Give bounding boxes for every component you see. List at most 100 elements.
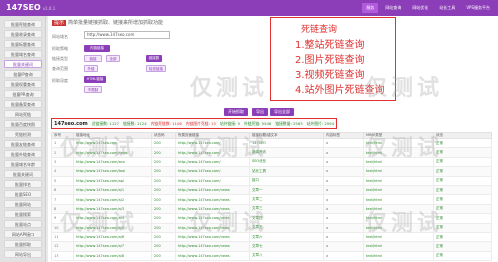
table-cell[interactable]: http://www.147seo.com [73, 137, 152, 149]
form-label-scope: 查询范围 [52, 66, 68, 71]
sidebar-item-2[interactable]: 批量收录查询 [4, 30, 42, 38]
table-cell[interactable]: http://www.147seo.com/a/4 [73, 213, 152, 224]
table-row[interactable]: 3 http://www.147seo.com/seo 200 http://www.… [51, 156, 492, 168]
table-row[interactable]: 4 http://www.147seo.com/tool 200 http://www… [51, 166, 492, 177]
option-links[interactable]: 链接 [84, 55, 102, 62]
table-cell[interactable]: http://www.147seo.com/news [175, 184, 250, 196]
table-cell[interactable]: http://www.147seo.com/api [73, 175, 152, 186]
table-cell[interactable]: http://www.147seo.com/news [175, 250, 250, 262]
sidebar-item-15[interactable]: 批量域名年龄 [4, 160, 42, 168]
table-row[interactable]: 8 http://www.147seo.com/a/3 200 http://www.… [51, 203, 492, 215]
table-cell[interactable]: http://www.147seo.com/a/2 [73, 194, 152, 205]
table-cell[interactable]: http://www.147seo.com/news [175, 231, 250, 243]
sidebar-item-12[interactable]: 死链检测 [4, 130, 42, 138]
table-cell: 文章六 [249, 231, 324, 243]
table-cell[interactable]: http://www.147seo.com/a/7 [73, 241, 152, 252]
sidebar-item-16[interactable]: 批量关键词 [4, 170, 42, 178]
table-cell: 2 [51, 147, 74, 158]
table-cell: 文章八 [249, 250, 324, 262]
sidebar-item-23[interactable]: 批量抓取 [4, 240, 42, 248]
table-cell[interactable]: http://www.147seo.com/ [175, 137, 250, 149]
option-no-limit[interactable]: 不限制 [84, 86, 102, 93]
option-check-links[interactable]: 检查链接 [146, 65, 166, 72]
nav-item-vps[interactable]: VPS服务平台 [462, 3, 494, 13]
table-row[interactable]: 5 http://www.147seo.com/api 200 http://www.… [51, 175, 492, 186]
sidebar-item-7[interactable]: 批量权重查询 [4, 80, 42, 88]
table-row[interactable]: 12 http://www.147seo.com/a/7 200 http://www… [51, 241, 492, 252]
table-cell[interactable]: http://www.147seo.com/seo [73, 156, 152, 168]
table-cell[interactable]: http://www.147seo.com/news [175, 203, 250, 215]
table-cell: a [323, 250, 364, 262]
table-cell: 200 [151, 241, 176, 252]
table-cell[interactable]: http://www.147seo.com/a/6 [73, 231, 152, 243]
top-bar: 147SEO v1.0.1 服务 网站查询 网站优化 站长工具 VPS服务平台 [0, 0, 498, 16]
table-cell[interactable]: http://www.147seo.com/a/3 [73, 203, 152, 215]
table-cell: 9 [51, 213, 74, 224]
table-row[interactable]: 10 http://www.147seo.com/a/5 200 http://www… [51, 222, 492, 233]
table-row[interactable]: 1 http://www.147seo.com 200 http://www.147s… [51, 137, 492, 149]
table-cell: 200 [151, 203, 176, 215]
table-row[interactable]: 13 http://www.147seo.com/a/8 200 http://www… [51, 250, 492, 262]
table-cell: 8 [51, 203, 74, 215]
stat-link-quantity: 链接数量: 2563 [275, 120, 303, 126]
export-button[interactable]: 导出 [252, 108, 268, 116]
table-cell[interactable]: http://www.147seo.com/ [175, 147, 250, 158]
table-cell[interactable]: http://www.147seo.com/ [175, 166, 250, 177]
url-input[interactable]: http://www.147seo.com [84, 31, 170, 39]
sidebar-item-6[interactable]: 批量IP查询 [4, 70, 42, 78]
sidebar-item-19[interactable]: 批量网站 [4, 200, 42, 208]
stat-external-dead: 外链死链: 5546 [243, 120, 272, 126]
table-cell: 正常 [433, 250, 492, 262]
table-cell: 正常 [433, 194, 492, 205]
nav-item-site-query[interactable]: 网站查询 [381, 3, 405, 13]
table-cell[interactable]: http://www.147seo.com/a/5 [73, 222, 152, 233]
table-cell[interactable]: http://www.147seo.com/news [175, 222, 250, 233]
table-cell[interactable]: http://www.147seo.com/news [73, 147, 152, 158]
sidebar-item-24[interactable]: 网站导出 [4, 250, 42, 258]
sidebar-item-4[interactable]: 批量域名查询 [4, 50, 42, 58]
option-all[interactable]: 全部 [106, 55, 120, 62]
sidebar-item-5[interactable]: 批量关键词 [4, 60, 42, 68]
notice-text: 简单批量链接抓取、链接来所增加抓取功能 [68, 20, 164, 26]
export-all-button[interactable]: 导出全部 [270, 108, 294, 116]
table-cell[interactable]: http://www.147seo.com/news [175, 241, 250, 252]
sidebar-item-20[interactable]: 批量搜索 [4, 210, 42, 218]
table-cell[interactable]: http://www.147seo.com/a/1 [73, 184, 152, 196]
table-cell[interactable]: http://www.147seo.com/ [175, 156, 250, 168]
nav-item-webmaster-tools[interactable]: 站长工具 [435, 3, 459, 13]
option-link-count[interactable]: 链接数 [146, 55, 162, 62]
sidebar-item-10[interactable]: 网站死链 [4, 110, 42, 118]
option-internal-links[interactable]: 内链链接 [84, 45, 110, 52]
form-label-strategy: 抓取策略 [52, 46, 68, 51]
table-row[interactable]: 9 http://www.147seo.com/a/4 200 http://www.… [51, 213, 492, 224]
table-cell: 正常 [433, 241, 492, 252]
sidebar-item-11[interactable]: 批量百度快照 [4, 120, 42, 128]
app-logo[interactable]: 147SEO v1.0.1 [6, 3, 55, 12]
sidebar-item-9[interactable]: 批量备案查询 [4, 100, 42, 108]
sidebar-item-17[interactable]: 批量排名 [4, 180, 42, 188]
sidebar-item-1[interactable]: 批量死链查询 [4, 20, 42, 28]
table-cell[interactable]: http://www.147seo.com/news [175, 213, 250, 224]
sidebar-item-18[interactable]: 批量SEO [4, 190, 42, 198]
sidebar-item-3[interactable]: 批量标题查询 [4, 40, 42, 48]
sidebar-item-21[interactable]: 批量站点 [4, 220, 42, 228]
table-cell[interactable]: http://www.147seo.com/a/8 [73, 250, 152, 262]
nav-item-service[interactable]: 服务 [362, 3, 379, 13]
table-row[interactable]: 6 http://www.147seo.com/a/1 200 http://www.… [51, 184, 492, 196]
sidebar-item-14[interactable]: 批量外链查询 [4, 150, 42, 158]
table-cell[interactable]: http://www.147seo.com/ [175, 175, 250, 186]
start-crawl-button[interactable]: 开始抓取 [224, 108, 248, 116]
sidebar: 批量死链查询 批量收录查询 批量标题查询 批量域名查询 批量关键词 批量IP查询… [0, 16, 46, 262]
table-cell[interactable]: http://www.147seo.com/news [175, 194, 250, 205]
notice-tag: 提示 [52, 20, 67, 26]
sidebar-item-8[interactable]: 批量PR查询 [4, 90, 42, 98]
nav-item-site-optimize[interactable]: 网站优化 [408, 3, 432, 13]
table-row[interactable]: 7 http://www.147seo.com/a/2 200 http://www.… [51, 194, 492, 205]
sidebar-item-13[interactable]: 批量友链查询 [4, 140, 42, 148]
table-row[interactable]: 11 http://www.147seo.com/a/6 200 http://www… [51, 231, 492, 243]
table-row[interactable]: 2 http://www.147seo.com/news 200 http://www… [51, 147, 492, 158]
table-cell[interactable]: http://www.147seo.com/tool [73, 166, 152, 177]
option-external[interactable]: 外链 [84, 65, 98, 72]
option-html-links[interactable]: HTML链接 [84, 76, 106, 83]
sidebar-item-22[interactable]: 网站API接口 [4, 230, 42, 238]
